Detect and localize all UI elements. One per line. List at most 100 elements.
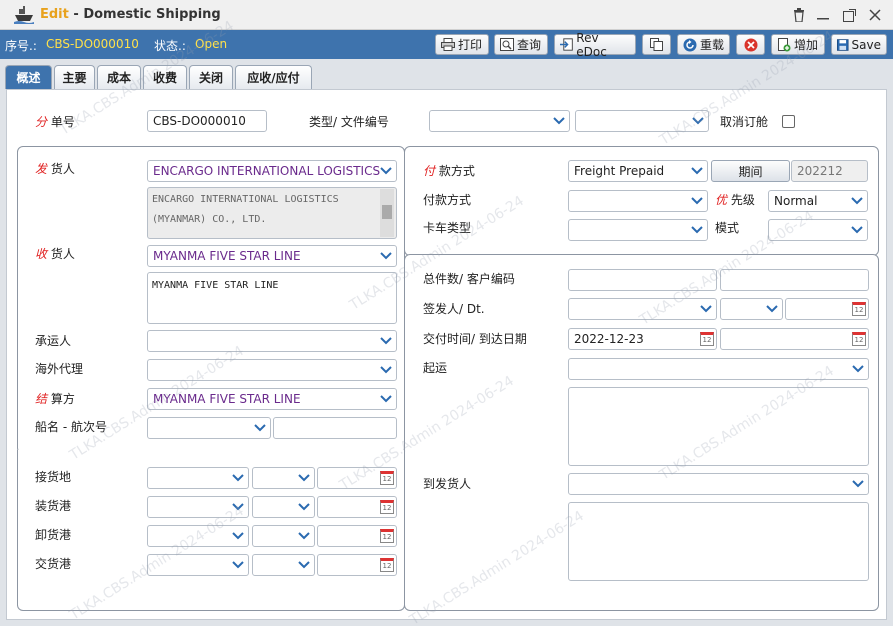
copy-button[interactable] [642,34,671,55]
period-field: 202212 [791,160,868,182]
cancel-booking-checkbox[interactable] [782,115,795,128]
module-title: Domestic Shipping [83,7,221,22]
chevron-down-icon [376,360,396,380]
edit-label: Edit [40,7,69,22]
file-no-select[interactable] [575,110,709,132]
issuer-select-2[interactable] [720,298,783,320]
receipt-select[interactable] [147,467,249,489]
doc-no-field[interactable]: CBS-DO000010 [147,110,267,132]
query-button[interactable]: 查询 [494,34,548,55]
destination-notes[interactable] [568,502,869,581]
discharge-select[interactable] [147,525,249,547]
tab-main[interactable]: 主要 [54,65,95,89]
voyage-field[interactable] [273,417,397,439]
save-icon [837,38,849,51]
scrollbar[interactable] [380,189,394,237]
minimize-icon[interactable] [814,6,832,24]
payment-method-select[interactable] [568,190,708,212]
receipt-select-2[interactable] [252,467,315,489]
add-document-icon [778,37,791,51]
consignee-address[interactable]: MYANMA FIVE STAR LINE [147,272,397,324]
chevron-down-icon [228,497,248,517]
chevron-down-icon [687,220,707,240]
delete-button[interactable] [736,34,765,55]
carrier-select[interactable] [147,330,397,352]
mode-select[interactable] [768,219,868,241]
priority-label: 优 先级 [715,193,755,207]
close-icon[interactable] [866,6,884,24]
query-label: 查询 [517,38,542,52]
vessel-label: 船名 - 航次号 [35,420,107,434]
calendar-icon[interactable]: 12 [852,302,866,316]
chevron-down-icon [848,359,868,379]
tab-cost[interactable]: 成本 [97,65,141,89]
parties-panel: 发 货人 ENCARGO INTERNATIONAL LOGISTICS ENC… [17,146,405,454]
save-label: Save [851,37,881,52]
delivery-port-label: 交货港 [35,557,72,571]
shipper-select[interactable]: ENCARGO INTERNATIONAL LOGISTICS [147,160,397,182]
calendar-icon[interactable]: 12 [380,529,394,543]
calendar-icon[interactable]: 12 [852,332,866,346]
reload-label: 重载 [700,38,725,52]
consignee-label: 收 货人 [35,247,75,261]
trash-icon[interactable] [790,6,808,24]
details-panel: 总件数/ 客户编码 签发人/ Dt. 12 交付时间/ 到达日期 2022-12… [404,254,879,611]
delivery-port-select-2[interactable] [252,554,315,576]
loading-select-2[interactable] [252,496,315,518]
receipt-date[interactable]: 12 [317,467,397,489]
type-select[interactable] [429,110,570,132]
calendar-icon[interactable]: 12 [700,332,714,346]
shipper-address[interactable]: ENCARGO INTERNATIONAL LOGISTICS (MYANMAR… [147,187,397,239]
loading-date[interactable]: 12 [317,496,397,518]
origin-notes[interactable] [568,387,869,466]
destination-select[interactable] [568,473,869,495]
reload-button[interactable]: 重载 [677,34,730,55]
delivery-port-select[interactable] [147,554,249,576]
agent-select[interactable] [147,359,397,381]
payment-term-select[interactable]: Freight Prepaid [568,160,708,182]
consignee-select[interactable]: MYANMA FIVE STAR LINE [147,245,397,267]
state-value: Open [195,37,228,51]
ports-panel: 接货地 12 装货港 12 卸货港 12 交货港 12 [17,450,405,611]
copy-icon [650,38,663,51]
period-button[interactable]: 期间 [711,160,790,182]
calendar-icon[interactable]: 12 [380,558,394,572]
issuer-select[interactable] [568,298,717,320]
chevron-down-icon [549,111,569,131]
calendar-icon[interactable]: 12 [380,500,394,514]
loading-select[interactable] [147,496,249,518]
refresh-icon [683,38,697,51]
arrival-date-field[interactable]: 12 [720,328,869,350]
customer-code-field[interactable] [720,269,869,291]
issue-date-field[interactable]: 12 [785,298,869,320]
add-button[interactable]: 增加 [771,34,825,55]
tab-charges[interactable]: 收费 [143,65,187,89]
vessel-select[interactable] [147,417,271,439]
ship-icon [14,6,34,24]
pieces-label: 总件数/ 客户编码 [423,272,515,286]
maximize-icon[interactable] [840,6,858,24]
chevron-down-icon [228,555,248,575]
pieces-field[interactable] [568,269,717,291]
delivery-date-field[interactable]: 2022-12-23 12 [568,328,717,350]
delivery-port-date[interactable]: 12 [317,554,397,576]
tab-ar-ap[interactable]: 应收/应付 [235,65,312,89]
origin-select[interactable] [568,358,869,380]
discharge-select-2[interactable] [252,525,315,547]
rev-edoc-button[interactable]: Rev eDoc [554,31,636,59]
tab-overview[interactable]: 概述 [5,65,52,89]
priority-select[interactable]: Normal [768,190,868,212]
loading-label: 装货港 [35,499,72,513]
printer-icon [441,38,455,51]
settle-label: 结 算方 [35,392,75,406]
print-button[interactable]: 打印 [435,34,489,55]
truck-type-select[interactable] [568,219,708,241]
calendar-icon[interactable]: 12 [380,471,394,485]
tab-close[interactable]: 关闭 [189,65,233,89]
discharge-date[interactable]: 12 [317,525,397,547]
save-button[interactable]: Save [831,34,887,55]
settle-select[interactable]: MYANMA FIVE STAR LINE [147,388,397,410]
pay-label: 付 款方式 [423,164,475,178]
carrier-label: 承运人 [35,334,72,348]
chevron-down-icon [847,220,867,240]
